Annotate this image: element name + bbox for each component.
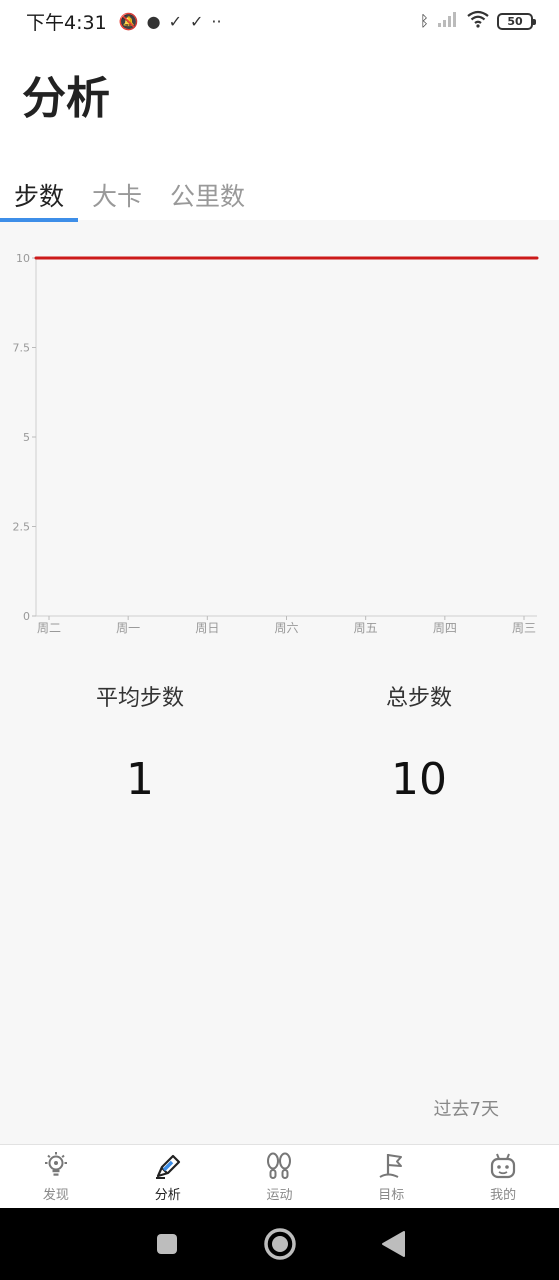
home-circle-icon [263, 1228, 296, 1260]
home-button[interactable] [260, 1224, 300, 1264]
recent-apps-button[interactable] [147, 1224, 187, 1264]
period-label: 过去7天 [433, 1099, 499, 1120]
nav-label-analysis: 分析 [154, 1188, 181, 1203]
data-point [34, 256, 38, 260]
tab-steps[interactable]: 步数 [0, 170, 79, 222]
back-button[interactable] [373, 1224, 413, 1264]
x-tick-label: 周日 [195, 621, 219, 635]
bottom-nav: 发现 分析 运动 目标 我的 [0, 1144, 559, 1208]
nav-item-discover[interactable]: 发现 [0, 1145, 112, 1208]
header: 分析 步数 大卡 公里数 [0, 42, 559, 222]
status-bar: 下午4:31 🔕 ● ✓ ✓ ·· ᛒ 50 [0, 0, 559, 42]
data-point [126, 256, 130, 260]
square-icon [156, 1234, 177, 1254]
chat-icon: ● [146, 11, 161, 31]
check-icon: ✓ [168, 11, 182, 31]
x-tick-label: 周五 [354, 621, 378, 635]
check-icon: ✓ [189, 11, 204, 31]
total-steps-label: 总步数 [385, 686, 452, 711]
x-tick-label: 周二 [37, 621, 61, 635]
nav-label-discover: 发现 [42, 1188, 69, 1203]
status-time: 下午4:31 [26, 11, 107, 34]
battery-icon: 50 [497, 12, 536, 30]
average-steps: 平均步数 1 [40, 680, 240, 805]
pen-icon [152, 1150, 184, 1182]
page-title: 分析 [22, 73, 110, 124]
tab-kilometers[interactable]: 公里数 [156, 170, 259, 220]
data-point [443, 256, 447, 260]
y-tick-label: 2.5 [13, 521, 31, 534]
nav-item-goal[interactable]: 目标 [335, 1145, 447, 1208]
nav-label-exercise: 运动 [266, 1188, 293, 1203]
robot-face-icon [487, 1150, 519, 1182]
x-tick-label: 周三 [512, 621, 536, 635]
average-steps-label: 平均步数 [95, 686, 184, 711]
total-steps-value: 10 [391, 754, 447, 805]
flag-icon [375, 1150, 407, 1182]
data-point [285, 256, 288, 260]
data-point [205, 256, 209, 260]
y-tick-label: 10 [16, 252, 30, 265]
footprints-icon [263, 1150, 295, 1182]
x-tick-label: 周六 [274, 621, 298, 635]
more-dots-icon: ·· [211, 11, 222, 31]
nav-item-exercise[interactable]: 运动 [224, 1145, 336, 1208]
nav-label-goal: 目标 [378, 1188, 405, 1203]
back-triangle-icon [381, 1231, 405, 1257]
total-steps: 总步数 10 [319, 680, 519, 805]
average-steps-value: 1 [126, 754, 154, 805]
signal-icon [437, 11, 459, 31]
y-tick-label: 0 [23, 610, 30, 623]
y-tick-label: 7.5 [13, 342, 31, 355]
x-tick-label: 周一 [116, 621, 140, 635]
tab-bar: 步数 大卡 公里数 [0, 170, 259, 222]
nav-label-me: 我的 [490, 1188, 517, 1203]
y-tick-label: 5 [23, 431, 30, 444]
system-nav-bar [0, 1208, 559, 1280]
wifi-icon [467, 10, 489, 32]
nav-item-me[interactable]: 我的 [447, 1145, 559, 1208]
lightbulb-icon [40, 1150, 72, 1182]
stats-section: 平均步数 1 总步数 10 [0, 680, 559, 820]
data-point [535, 256, 539, 260]
bluetooth-icon: ᛒ [419, 12, 429, 30]
x-tick-label: 周四 [433, 621, 457, 635]
data-point [364, 256, 368, 260]
nav-item-analysis[interactable]: 分析 [112, 1145, 224, 1208]
chart-svg: 0 2.5 5 7.5 10 周二 周一 周日 周六 周五 周四 周三 [13, 252, 539, 635]
tab-calories[interactable]: 大卡 [78, 170, 156, 220]
mute-bell-icon: 🔕 [118, 11, 139, 31]
steps-chart: 0 2.5 5 7.5 10 周二 周一 周日 周六 周五 周四 周三 [0, 240, 559, 640]
